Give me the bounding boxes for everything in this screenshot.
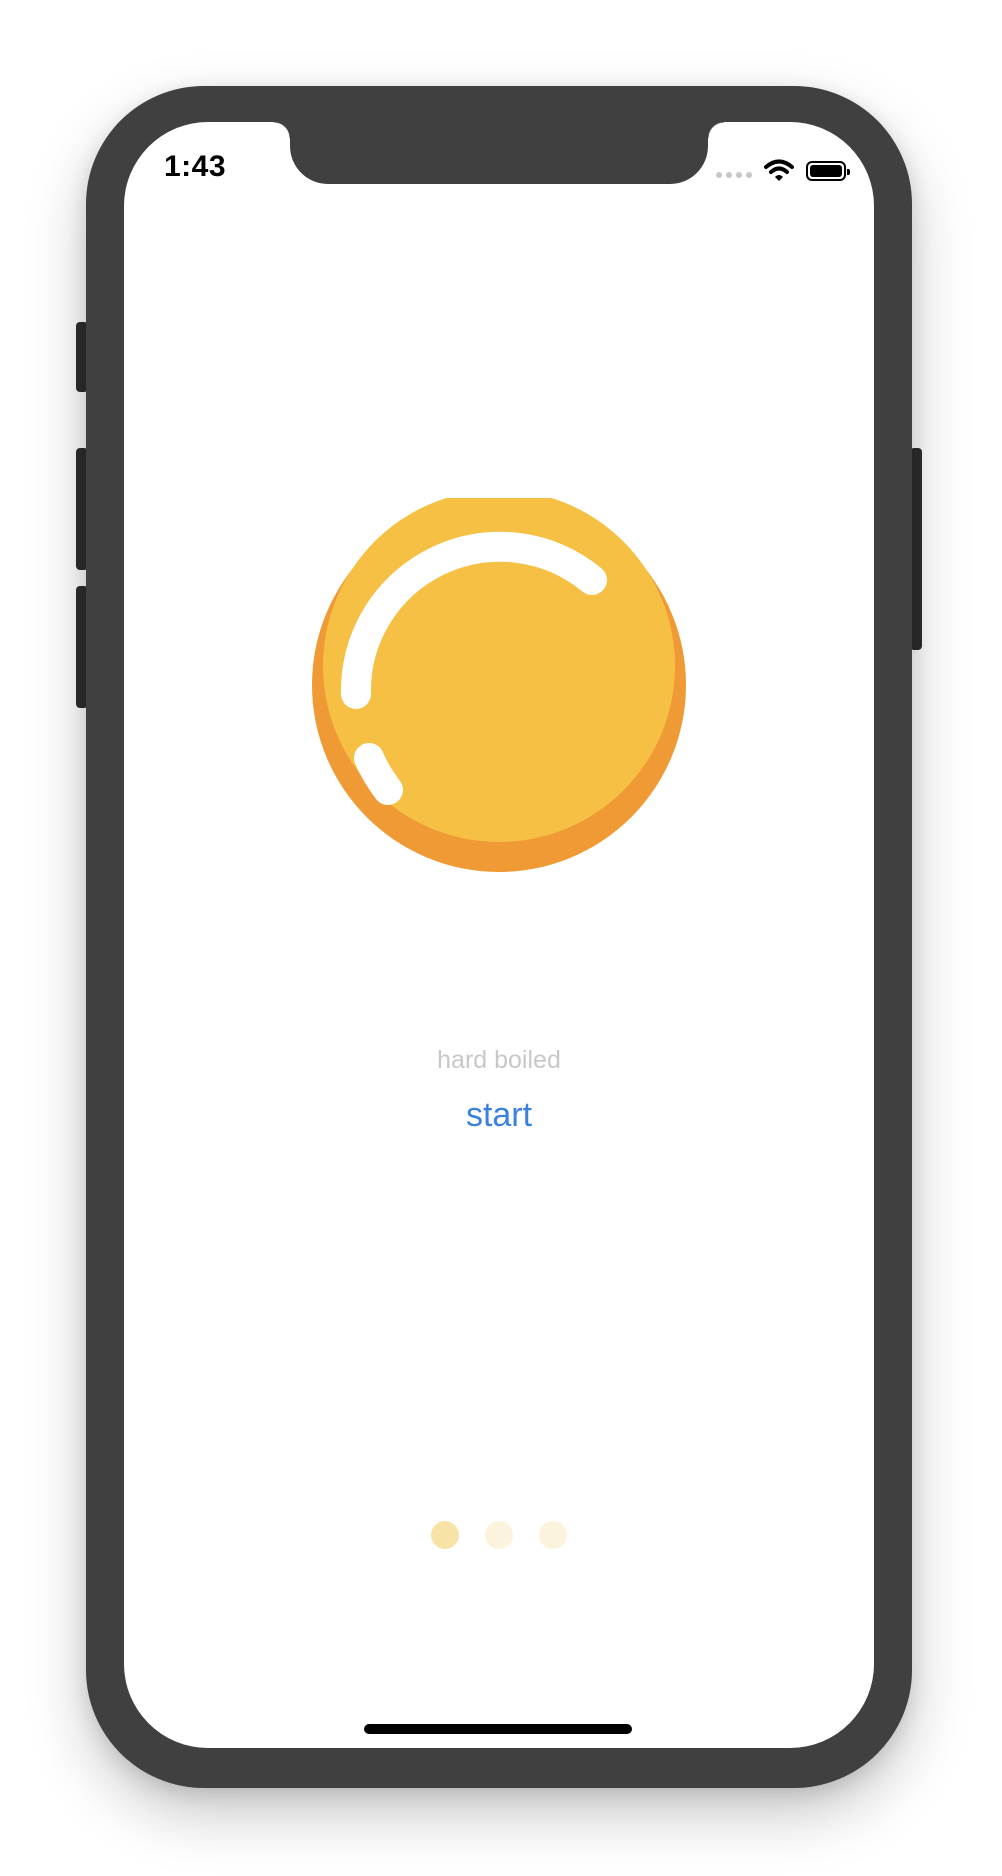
page-dot[interactable] (431, 1521, 459, 1549)
egg-type-label: hard boiled (437, 1046, 561, 1074)
wifi-icon (764, 159, 794, 181)
page-dot[interactable] (539, 1521, 567, 1549)
status-time: 1:43 (164, 150, 227, 183)
phone-screen: 1:43 hard boiled start (124, 122, 874, 1748)
notch (290, 122, 708, 184)
status-icons (716, 158, 850, 184)
egg-yolk-icon[interactable] (312, 498, 686, 872)
page-dot[interactable] (485, 1521, 513, 1549)
start-button[interactable]: start (399, 1090, 599, 1140)
home-indicator[interactable] (364, 1724, 632, 1734)
page-indicator (124, 1521, 874, 1549)
cellular-signal-icon (716, 172, 752, 178)
battery-icon (806, 161, 850, 181)
